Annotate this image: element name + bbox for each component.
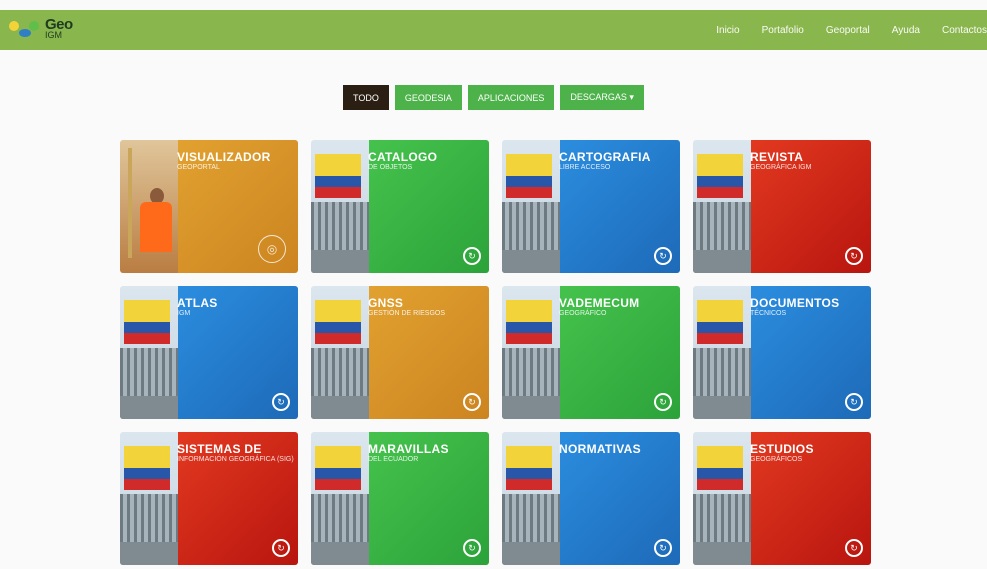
building-flag-photo (311, 140, 369, 273)
tile-estudios[interactable]: ESTUDIOS GEOGRÁFICOS ↻ (693, 432, 871, 565)
tile-gnss[interactable]: GNSS GESTIÓN DE RIESGOS ↻ (311, 286, 489, 419)
filter-descargas-dropdown[interactable]: DESCARGAS ▾ (560, 85, 644, 110)
nav-item-portafolio[interactable]: Portafolio (762, 25, 804, 36)
building-flag-photo (120, 432, 178, 565)
tile-title: NORMATIVAS (559, 442, 641, 456)
nav-item-inicio[interactable]: Inicio (716, 25, 739, 36)
tile-title: CATALOGO (368, 150, 438, 164)
compass-icon: ↻ (272, 393, 290, 411)
building-flag-photo (502, 286, 560, 419)
tile-title: REVISTA (750, 150, 804, 164)
tile-cartografia[interactable]: CARTOGRAFIA LIBRE ACCESO ↻ (502, 140, 680, 273)
tile-vademecum[interactable]: VADEMECUM GEOGRÁFICO ↻ (502, 286, 680, 419)
nav-item-ayuda[interactable]: Ayuda (892, 25, 920, 36)
tile-title: DOCUMENTOS (750, 296, 840, 310)
compass-icon: ↻ (845, 539, 863, 557)
filter-todo-button[interactable]: TODO (343, 85, 389, 110)
surveyor-photo (120, 140, 178, 273)
compass-icon: ↻ (654, 539, 672, 557)
compass-icon: ↻ (845, 247, 863, 265)
compass-icon: ↻ (463, 539, 481, 557)
tile-subtitle: DEL ECUADOR (368, 456, 419, 463)
building-flag-photo (502, 140, 560, 273)
tile-title: ESTUDIOS (750, 442, 814, 456)
tile-subtitle: GEOPORTAL (177, 164, 220, 171)
logo-mark-icon (7, 17, 43, 43)
filter-geodesia-button[interactable]: GEODESIA (394, 85, 462, 110)
tile-subtitle: GESTIÓN DE RIESGOS (368, 310, 446, 317)
building-flag-photo (502, 432, 560, 565)
tile-title: MARAVILLAS (368, 442, 449, 456)
tile-subtitle: GEOGRÁFICA IGM (750, 164, 812, 171)
tile-subtitle: DE OBJETOS (368, 164, 413, 171)
filter-bar: TODO GEODESIA APLICACIONES DESCARGAS ▾ (343, 85, 650, 110)
tile-subtitle: GEOGRÁFICOS (750, 456, 803, 463)
main-nav: Inicio Portafolio Geoportal Ayuda Contac… (694, 10, 987, 50)
building-flag-photo (693, 432, 751, 565)
tile-subtitle: INFORMACIÓN GEOGRÁFICA (SIG) (177, 456, 294, 463)
compass-icon: ↻ (654, 393, 672, 411)
globe-icon: ◎ (258, 235, 286, 263)
tile-documentos[interactable]: DOCUMENTOS TÉCNICOS ↻ (693, 286, 871, 419)
tile-catalogo[interactable]: CATALOGO DE OBJETOS ↻ (311, 140, 489, 273)
tile-title: GNSS (368, 296, 404, 310)
tile-grid: VISUALIZADOR GEOPORTAL ◎ CATALOGO DE OBJ… (120, 140, 872, 565)
site-logo[interactable]: Geo IGM (7, 15, 73, 45)
tile-subtitle: TÉCNICOS (750, 310, 787, 317)
tile-title: VADEMECUM (559, 296, 640, 310)
compass-icon: ↻ (463, 393, 481, 411)
building-flag-photo (311, 432, 369, 565)
compass-icon: ↻ (272, 539, 290, 557)
tile-sistemas[interactable]: SISTEMAS DE INFORMACIÓN GEOGRÁFICA (SIG)… (120, 432, 298, 565)
top-navbar: Geo IGM Inicio Portafolio Geoportal Ayud… (0, 10, 987, 50)
tile-title: SISTEMAS DE (177, 442, 262, 456)
nav-item-geoportal[interactable]: Geoportal (826, 25, 870, 36)
tile-atlas[interactable]: ATLAS IGM ↻ (120, 286, 298, 419)
tile-visualizador[interactable]: VISUALIZADOR GEOPORTAL ◎ (120, 140, 298, 273)
compass-icon: ↻ (845, 393, 863, 411)
building-flag-photo (311, 286, 369, 419)
compass-icon: ↻ (463, 247, 481, 265)
filter-aplicaciones-button[interactable]: APLICACIONES (467, 85, 555, 110)
tile-subtitle: LIBRE ACCESO (559, 164, 611, 171)
tile-title: VISUALIZADOR (177, 150, 271, 164)
building-flag-photo (120, 286, 178, 419)
compass-icon: ↻ (654, 247, 672, 265)
tile-revista[interactable]: REVISTA GEOGRÁFICA IGM ↻ (693, 140, 871, 273)
page: Geo IGM Inicio Portafolio Geoportal Ayud… (0, 0, 987, 569)
building-flag-photo (693, 286, 751, 419)
tile-title: ATLAS (177, 296, 218, 310)
building-flag-photo (693, 140, 751, 273)
tile-subtitle: GEOGRÁFICO (559, 310, 607, 317)
tile-maravillas[interactable]: MARAVILLAS DEL ECUADOR ↻ (311, 432, 489, 565)
tile-normativas[interactable]: NORMATIVAS ↻ (502, 432, 680, 565)
nav-item-contactos[interactable]: Contactos (942, 25, 987, 36)
tile-subtitle: IGM (177, 310, 191, 317)
tile-title: CARTOGRAFIA (559, 150, 651, 164)
